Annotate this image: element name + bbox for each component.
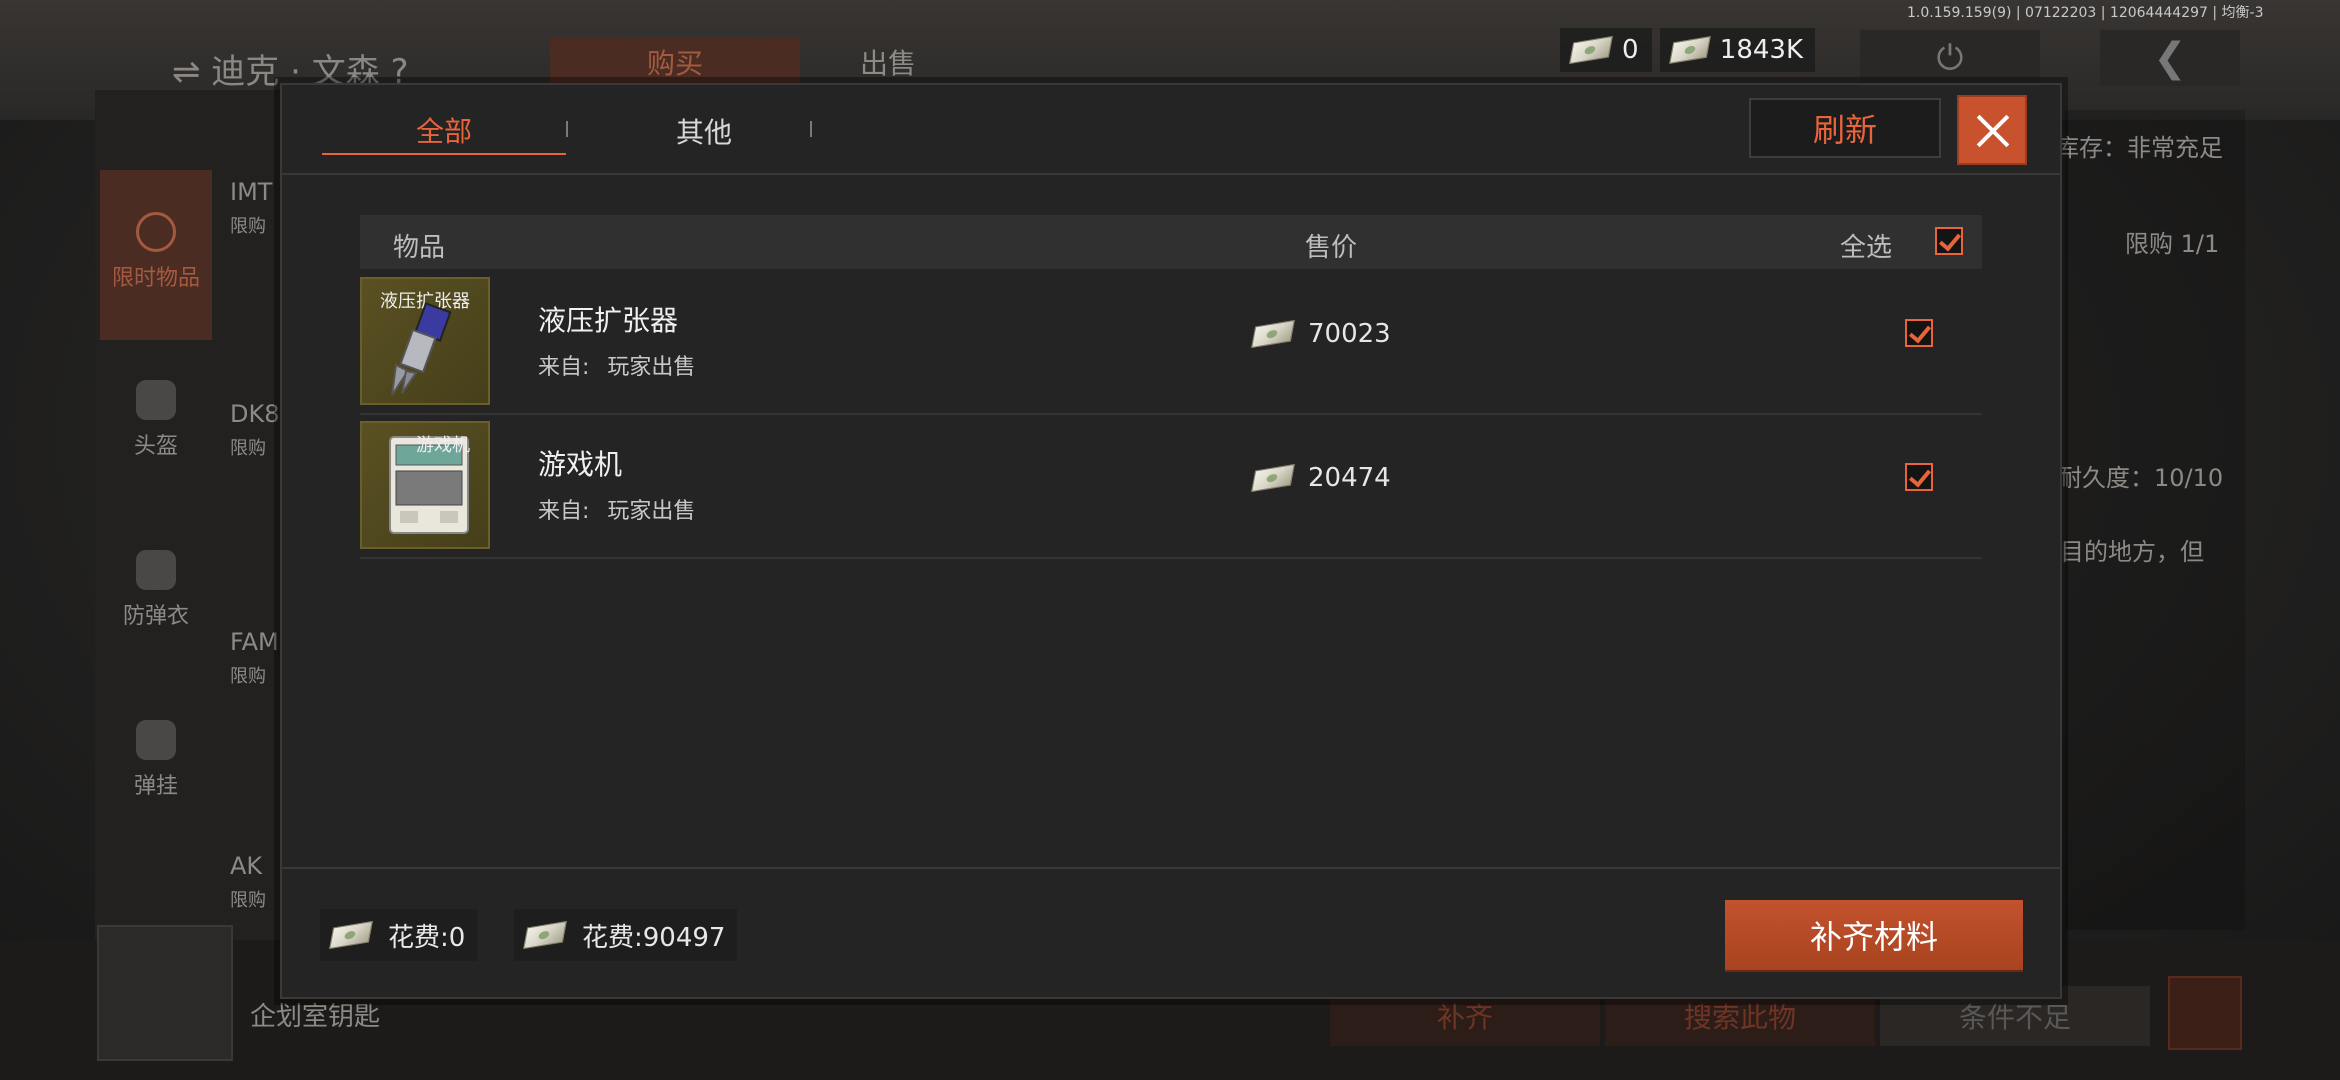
- close-icon[interactable]: [1957, 95, 2027, 165]
- thumb-label: 游戏机: [416, 435, 470, 456]
- bg-tab-buy: 购买: [550, 38, 800, 86]
- tab-divider: [810, 121, 812, 137]
- item-thumbnail: 液压扩张器: [360, 277, 490, 405]
- bg-item-1: IMT 限购: [230, 178, 273, 237]
- item-price: 20474: [1251, 463, 1391, 493]
- tab-divider: [566, 121, 568, 137]
- cash-icon: [523, 920, 567, 950]
- column-price: 售价: [1305, 233, 1358, 263]
- cash-icon: [1251, 463, 1295, 493]
- bg-item-4: AK 限购: [230, 852, 266, 911]
- item-name: 游戏机: [538, 448, 623, 481]
- fee-display: 花费:0: [320, 909, 478, 961]
- item-price: 70023: [1251, 319, 1391, 349]
- currency-a: 0: [1560, 28, 1652, 72]
- item-thumbnail: 游戏机: [360, 421, 490, 549]
- rig-icon: [136, 720, 176, 760]
- price-value: 70023: [1308, 319, 1391, 349]
- restock-materials-button[interactable]: 补齐材料: [1725, 900, 2023, 970]
- modal-tabs: 全部 其他 刷新: [282, 85, 2060, 175]
- item-name: 液压扩张器: [538, 304, 679, 337]
- select-all-checkbox[interactable]: [1935, 227, 1963, 255]
- back-chevron-icon: ❮: [2100, 30, 2240, 86]
- bg-durability-text: 耐久度：10/10: [2058, 464, 2224, 492]
- bg-item-2: DK8 限购: [230, 400, 280, 459]
- currency-a-value: 0: [1622, 35, 1639, 65]
- price-value: 20474: [1308, 463, 1391, 493]
- currency-b: 1843K: [1660, 28, 1815, 72]
- fee-value: 花费:90497: [582, 922, 726, 953]
- item-source: 来自: 玩家出售: [538, 355, 696, 380]
- fee-value: 花费:0: [388, 922, 466, 953]
- item-source: 来自: 玩家出售: [538, 499, 696, 524]
- fee-display: 花费:90497: [514, 909, 738, 961]
- helmet-icon: [136, 380, 176, 420]
- purchase-modal: 全部 其他 刷新 物品 售价 全选 液压扩张器 液压扩张器 来自: 玩家出售 70…: [280, 83, 2062, 999]
- bg-category-armor: 防弹衣: [100, 550, 212, 630]
- refresh-button[interactable]: 刷新: [1749, 98, 1941, 158]
- bg-category-helmet: 头盔: [100, 380, 212, 460]
- footer-divider: [282, 867, 2060, 869]
- table-row: 游戏机 游戏机 来自: 玩家出售 20474: [360, 415, 1982, 559]
- key-item-icon: [97, 925, 233, 1061]
- hydraulic-spreader-icon: [391, 302, 452, 396]
- cash-icon: [1569, 35, 1613, 65]
- cash-icon: [1669, 36, 1711, 64]
- cash-icon: [329, 920, 373, 950]
- vest-icon: [136, 550, 176, 590]
- clock-icon: [136, 212, 176, 252]
- bg-category-rig: 弹挂: [100, 720, 212, 800]
- table-header: 物品 售价 全选: [360, 215, 1982, 269]
- row-checkbox[interactable]: [1905, 463, 1933, 491]
- bg-desc-text: 目的地方，但: [2060, 538, 2204, 566]
- version-text: 1.0.159.159(9) | 07122203 | 12064444297 …: [1907, 5, 2264, 21]
- column-item: 物品: [393, 233, 446, 263]
- swap-icon: ⇌: [172, 52, 212, 92]
- tab-all[interactable]: 全部: [322, 107, 566, 155]
- power-icon: ⏻: [1860, 30, 2040, 86]
- currency-b-value: 1843K: [1719, 35, 1803, 65]
- bg-key-label: 企划室钥匙: [250, 1002, 381, 1032]
- tab-other[interactable]: 其他: [582, 107, 826, 155]
- cash-icon: [1251, 319, 1295, 349]
- row-checkbox[interactable]: [1905, 319, 1933, 347]
- bg-stock-text: 库存：非常充足: [2055, 134, 2223, 162]
- bg-tab-sell: 出售: [860, 47, 917, 80]
- bg-limit-text: 限购 1/1: [2125, 230, 2220, 258]
- bg-close-icon: [2168, 976, 2242, 1050]
- bg-item-3: FAM 限购: [230, 628, 279, 687]
- table-row: 液压扩张器 液压扩张器 来自: 玩家出售 70023: [360, 271, 1982, 415]
- select-all-label: 全选: [1840, 233, 1893, 263]
- bg-category-limited: 限时物品: [100, 170, 212, 340]
